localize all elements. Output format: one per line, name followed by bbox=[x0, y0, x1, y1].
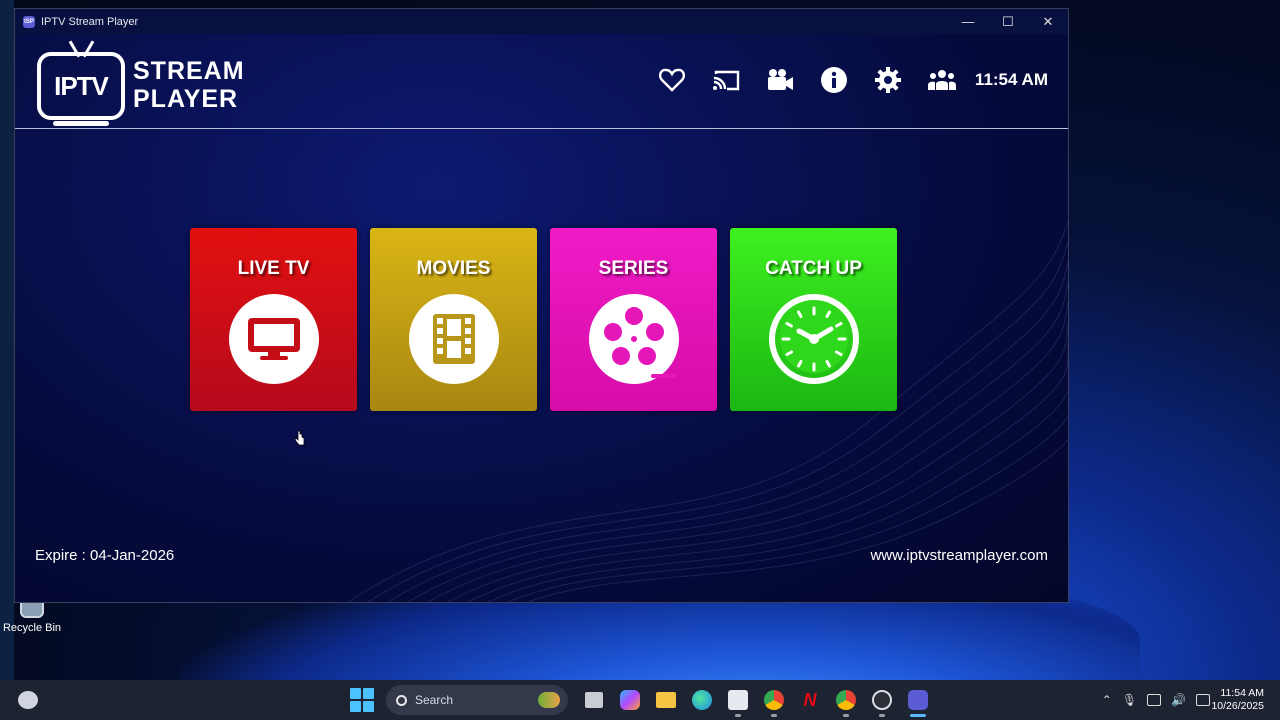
window-controls: — ☐ ✕ bbox=[948, 9, 1068, 34]
folder-icon[interactable] bbox=[648, 682, 684, 718]
mouse-cursor-icon bbox=[294, 430, 306, 451]
minimize-button[interactable]: — bbox=[948, 9, 988, 34]
taskbar-search[interactable]: Search bbox=[386, 685, 568, 715]
search-placeholder: Search bbox=[415, 693, 454, 707]
edge-icon[interactable] bbox=[684, 682, 720, 718]
system-date: 10/26/2025 bbox=[1211, 700, 1264, 712]
header-toolbar: 11:54 AM bbox=[645, 64, 1048, 96]
store-icon[interactable] bbox=[720, 682, 756, 718]
users-icon[interactable] bbox=[915, 64, 969, 96]
tile-label: SERIES bbox=[598, 258, 669, 279]
tile-live-tv[interactable]: LIVE TV bbox=[190, 228, 357, 411]
tile-label: CATCH UP bbox=[765, 258, 862, 279]
app-window: ISP IPTV Stream Player — ☐ ✕ IPTV STREAM… bbox=[14, 8, 1069, 603]
logo-badge-text: IPTV bbox=[54, 70, 109, 101]
taskbar: Search N ⌃ 🎙 🔊 11:54 AM 10/26/2025 bbox=[0, 680, 1280, 720]
tv-icon bbox=[228, 294, 319, 384]
tile-series[interactable]: SERIES bbox=[550, 228, 717, 411]
start-button[interactable] bbox=[350, 688, 374, 712]
video-camera-icon[interactable] bbox=[753, 64, 807, 96]
expiry-date: Expire : 04-Jan-2026 bbox=[35, 547, 175, 564]
battery-icon[interactable] bbox=[1196, 694, 1210, 706]
tile-label: MOVIES bbox=[416, 258, 491, 279]
clock-icon bbox=[768, 294, 859, 384]
chrome-profile-icon[interactable] bbox=[828, 682, 864, 718]
gear-icon[interactable] bbox=[861, 64, 915, 96]
copilot-icon[interactable] bbox=[612, 682, 648, 718]
app-header: IPTV STREAM PLAYER 11:54 AM bbox=[15, 34, 1068, 129]
taskbar-apps: Search N bbox=[350, 680, 936, 720]
network-icon[interactable] bbox=[1147, 694, 1162, 706]
header-clock: 11:54 AM bbox=[974, 70, 1048, 89]
search-highlight-icon bbox=[538, 692, 560, 708]
website-url[interactable]: www.iptvstreamplayer.com bbox=[870, 547, 1048, 564]
logo-tv-icon: IPTV bbox=[37, 40, 125, 126]
app-logo: IPTV STREAM PLAYER bbox=[37, 38, 245, 126]
film-reel-icon bbox=[588, 294, 679, 384]
system-clock[interactable]: 11:54 AM 10/26/2025 bbox=[1211, 687, 1264, 713]
iptv-app-icon[interactable] bbox=[900, 682, 936, 718]
file-explorer-icon[interactable] bbox=[576, 682, 612, 718]
info-icon[interactable] bbox=[807, 64, 861, 96]
tile-label: LIVE TV bbox=[237, 258, 310, 279]
tile-movies[interactable]: MOVIES bbox=[370, 228, 537, 411]
system-tray: ⌃ 🎙 🔊 bbox=[1102, 680, 1210, 720]
netflix-icon[interactable]: N bbox=[792, 682, 828, 718]
film-strip-icon bbox=[408, 294, 499, 384]
system-time: 11:54 AM bbox=[1220, 687, 1264, 699]
category-tiles: LIVE TV MOVIES SERIES CATCH UP bbox=[190, 228, 897, 411]
chevron-up-icon[interactable]: ⌃ bbox=[1102, 693, 1112, 707]
weather-icon[interactable] bbox=[18, 691, 38, 709]
desktop-background-edge bbox=[0, 0, 14, 680]
github-icon[interactable] bbox=[864, 682, 900, 718]
heart-icon[interactable] bbox=[645, 64, 699, 96]
logo-line-1: STREAM bbox=[133, 57, 245, 85]
search-icon bbox=[396, 694, 407, 706]
logo-line-2: PLAYER bbox=[133, 85, 239, 113]
volume-icon[interactable]: 🔊 bbox=[1171, 693, 1186, 707]
app-icon: ISP bbox=[23, 15, 35, 28]
maximize-button[interactable]: ☐ bbox=[988, 9, 1028, 34]
close-button[interactable]: ✕ bbox=[1028, 9, 1068, 34]
window-title: IPTV Stream Player bbox=[41, 15, 139, 28]
microphone-icon[interactable]: 🎙 bbox=[1122, 693, 1137, 707]
cast-icon[interactable] bbox=[699, 64, 753, 96]
chrome-icon[interactable] bbox=[756, 682, 792, 718]
tile-catch-up[interactable]: CATCH UP bbox=[730, 228, 897, 411]
logo-text: STREAM PLAYER bbox=[133, 57, 245, 113]
recycle-bin-label: Recycle Bin bbox=[2, 622, 62, 634]
title-bar[interactable]: ISP IPTV Stream Player — ☐ ✕ bbox=[15, 9, 1068, 34]
